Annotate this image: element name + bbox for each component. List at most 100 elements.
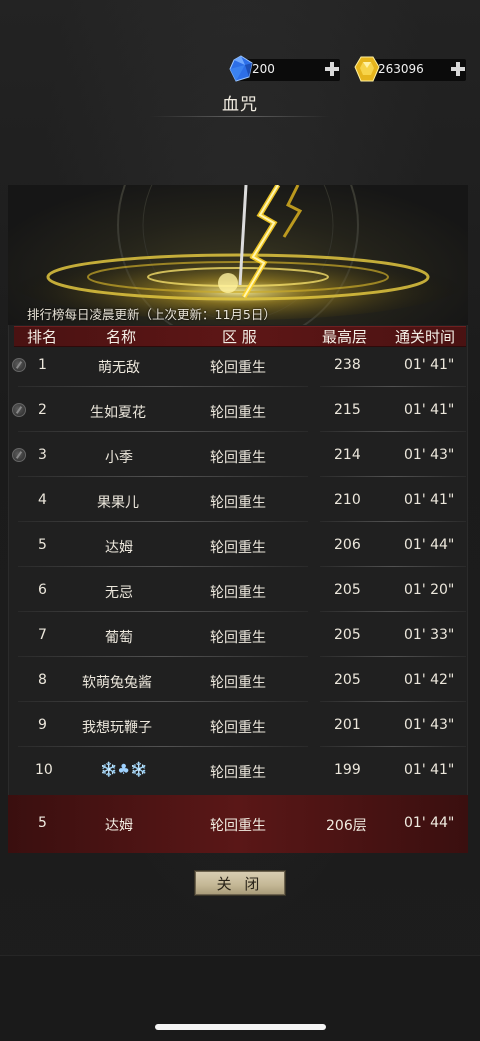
row-highest: 205 (334, 582, 361, 598)
row-time: 01' 44" (404, 537, 455, 553)
row-name: 达姆 (105, 540, 133, 556)
row-server: 轮回重生 (210, 675, 266, 691)
row-divider (18, 431, 308, 432)
row-highest: 214 (334, 447, 361, 463)
row-name: 果果儿 (97, 495, 139, 511)
table-row[interactable]: 7 葡萄 轮回重生 205 01' 33" (0, 613, 480, 658)
medal-icon (12, 448, 26, 462)
row-name: 我想玩鞭子 (82, 720, 152, 736)
my-highest: 206层 (326, 818, 367, 834)
gold-gem-icon (354, 56, 380, 82)
row-highest: 205 (334, 627, 361, 643)
row-divider (320, 521, 466, 522)
row-divider (320, 476, 466, 477)
row-server: 轮回重生 (210, 765, 266, 781)
table-row[interactable]: 10 ❄️♣❄️ 轮回重生 199 01' 41" (0, 748, 480, 793)
diamond-amount: 200 (252, 62, 275, 76)
table-row[interactable]: 4 果果儿 轮回重生 210 01' 41" (0, 478, 480, 523)
row-time: 01' 41" (404, 762, 455, 778)
table-row[interactable]: 6 无忌 轮回重生 205 01' 20" (0, 568, 480, 613)
row-server: 轮回重生 (210, 450, 266, 466)
row-divider (18, 701, 308, 702)
row-time: 01' 42" (404, 672, 455, 688)
row-name: 软萌兔兔酱 (82, 675, 152, 691)
row-highest: 199 (334, 762, 361, 778)
row-name: 萌无敌 (98, 360, 140, 376)
gold-currency: 263096 (354, 56, 466, 82)
row-time: 01' 43" (404, 717, 455, 733)
row-divider (320, 566, 466, 567)
table-row[interactable]: 1 萌无敌 轮回重生 238 01' 41" (0, 343, 480, 388)
row-server: 轮回重生 (210, 540, 266, 556)
row-server: 轮回重生 (210, 585, 266, 601)
row-divider (18, 386, 308, 387)
row-divider (18, 566, 308, 567)
row-name: ❄️♣❄️ (100, 762, 148, 778)
diamond-currency: 200 (229, 55, 340, 82)
row-time: 01' 41" (404, 402, 455, 418)
row-divider (320, 386, 466, 387)
row-rank: 4 (38, 492, 47, 508)
row-divider (18, 476, 308, 477)
row-divider (320, 656, 466, 657)
row-server: 轮回重生 (210, 720, 266, 736)
row-highest: 215 (334, 402, 361, 418)
my-time: 01' 44" (404, 815, 455, 831)
row-rank: 5 (38, 537, 47, 553)
row-time: 01' 20" (404, 582, 455, 598)
row-server: 轮回重生 (210, 630, 266, 646)
row-rank: 6 (38, 582, 47, 598)
my-rank: 5 (38, 815, 47, 831)
row-highest: 210 (334, 492, 361, 508)
row-name: 小季 (105, 450, 133, 466)
row-highest: 238 (334, 357, 361, 373)
row-time: 01' 43" (404, 447, 455, 463)
home-indicator (155, 1024, 326, 1030)
row-name: 葡萄 (105, 630, 133, 646)
row-divider (320, 746, 466, 747)
table-row[interactable]: 2 生如夏花 轮回重生 215 01' 41" (0, 388, 480, 433)
row-divider (320, 431, 466, 432)
row-highest: 206 (334, 537, 361, 553)
row-rank: 9 (38, 717, 47, 733)
row-rank: 10 (35, 762, 53, 778)
row-rank: 8 (38, 672, 47, 688)
row-time: 01' 41" (404, 357, 455, 373)
row-rank: 1 (38, 357, 47, 373)
table-row[interactable]: 3 小季 轮回重生 214 01' 43" (0, 433, 480, 478)
table-row[interactable]: 8 软萌兔兔酱 轮回重生 205 01' 42" (0, 658, 480, 703)
table-row[interactable]: 5 达姆 轮回重生 206 01' 44" (0, 523, 480, 568)
row-time: 01' 33" (404, 627, 455, 643)
update-note: 排行榜每日凌晨更新（上次更新：11月5日） (27, 307, 276, 322)
row-divider (18, 746, 308, 747)
row-highest: 205 (334, 672, 361, 688)
my-name: 达姆 (105, 818, 133, 834)
medal-icon (12, 358, 26, 372)
row-rank: 3 (38, 447, 47, 463)
row-divider (320, 611, 466, 612)
row-divider (320, 701, 466, 702)
add-diamond-button[interactable] (324, 61, 340, 77)
row-rank: 2 (38, 402, 47, 418)
add-gold-button[interactable] (450, 61, 466, 77)
close-button[interactable]: 关 闭 (195, 871, 285, 895)
row-server: 轮回重生 (210, 495, 266, 511)
page-title: 血咒 (222, 95, 258, 115)
medal-icon (12, 403, 26, 417)
row-divider (18, 611, 308, 612)
row-time: 01' 41" (404, 492, 455, 508)
row-divider (18, 521, 308, 522)
gold-amount: 263096 (378, 62, 424, 76)
my-rank-row: 5 达姆 轮回重生 206层 01' 44" (8, 795, 468, 853)
blue-gem-icon (229, 55, 253, 82)
title-divider (150, 116, 330, 117)
row-server: 轮回重生 (210, 405, 266, 421)
my-server: 轮回重生 (210, 818, 266, 834)
table-row[interactable]: 9 我想玩鞭子 轮回重生 201 01' 43" (0, 703, 480, 748)
row-name: 无忌 (105, 585, 133, 601)
row-divider (18, 656, 308, 657)
row-server: 轮回重生 (210, 360, 266, 376)
row-rank: 7 (38, 627, 47, 643)
row-name: 生如夏花 (90, 405, 146, 421)
row-highest: 201 (334, 717, 361, 733)
